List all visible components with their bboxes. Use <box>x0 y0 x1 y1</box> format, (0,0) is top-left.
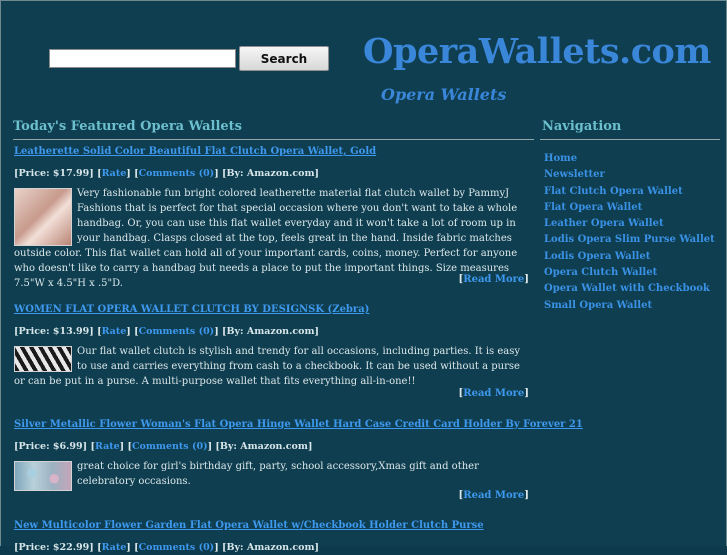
product-source: [By: Amazon.com] <box>222 326 320 337</box>
comments-link[interactable]: Comments (0) <box>132 441 208 452</box>
product-source: [By: Amazon.com] <box>222 542 320 553</box>
product-price: [Price: $6.99] <box>14 441 88 452</box>
read-more-link[interactable]: Read More <box>463 388 524 399</box>
product-item: Silver Metallic Flower Woman's Flat Oper… <box>14 419 583 491</box>
product-description: Very fashionable fun bright colored leat… <box>14 188 518 289</box>
rate-link[interactable]: Rate <box>102 168 127 179</box>
product-body: Very fashionable fun bright colored leat… <box>14 186 529 291</box>
nav-item-flat-clutch: Flat Clutch Opera Wallet <box>544 179 715 197</box>
product-item: WOMEN FLAT OPERA WALLET CLUTCH BY DESIGN… <box>14 304 529 389</box>
product-item: New Multicolor Flower Garden Flat Opera … <box>14 520 529 555</box>
product-title-link[interactable]: Silver Metallic Flower Woman's Flat Oper… <box>14 419 583 435</box>
product-title-link[interactable]: Leatherette Solid Color Beautiful Flat C… <box>14 146 529 162</box>
read-more-link[interactable]: Read More <box>463 490 524 501</box>
nav-item-flat-opera: Flat Opera Wallet <box>544 195 715 213</box>
flower-wallet-image[interactable] <box>14 461 72 491</box>
nav-item-lodis: Lodis Opera Wallet <box>544 244 715 262</box>
nav-item-small: Small Opera Wallet <box>544 293 715 311</box>
product-body: Our flat wallet clutch is stylish and tr… <box>14 344 529 389</box>
featured-divider <box>13 139 534 140</box>
nav-item-newsletter: Newsletter <box>544 162 715 180</box>
search-input[interactable] <box>49 49 236 68</box>
product-meta: [Price: $13.99] [Rate] [Comments (0)] [B… <box>14 326 320 337</box>
product-body: great choice for girl's birthday gift, p… <box>14 459 529 491</box>
product-price: [Price: $22.99] <box>14 542 94 553</box>
product-meta: [Price: $22.99] [Rate] [Comments (0)] [B… <box>14 542 320 553</box>
nav-item-clutch: Opera Clutch Wallet <box>544 260 715 278</box>
nav-item-checkbook: Opera Wallet with Checkbook <box>544 276 715 294</box>
zebra-wallet-image[interactable] <box>14 346 72 372</box>
site-tagline: Opera Wallets <box>381 85 507 104</box>
product-description: great choice for girl's birthday gift, p… <box>77 461 479 487</box>
rate-link[interactable]: Rate <box>102 326 127 337</box>
site-title[interactable]: OperaWallets.com <box>363 31 711 72</box>
comments-link[interactable]: Comments (0) <box>139 326 215 337</box>
product-title-link[interactable]: New Multicolor Flower Garden Flat Opera … <box>14 520 529 536</box>
navigation-divider <box>540 139 720 140</box>
comments-link[interactable]: Comments (0) <box>139 542 215 553</box>
product-meta: [Price: $17.99] [Rate] [Comments (0)] [B… <box>14 168 320 179</box>
navigation-list: Home Newsletter Flat Clutch Opera Wallet… <box>544 146 715 311</box>
product-title-link[interactable]: WOMEN FLAT OPERA WALLET CLUTCH BY DESIGN… <box>14 304 529 320</box>
comments-link[interactable]: Comments (0) <box>139 168 215 179</box>
rate-link[interactable]: Rate <box>95 441 120 452</box>
read-more-link[interactable]: Read More <box>463 274 524 285</box>
product-item: Leatherette Solid Color Beautiful Flat C… <box>14 146 529 291</box>
nav-item-home: Home <box>544 146 715 164</box>
navigation-heading: Navigation <box>542 119 622 134</box>
search-button[interactable]: Search <box>239 46 329 71</box>
product-price: [Price: $13.99] <box>14 326 94 337</box>
nav-link-small[interactable]: Small Opera Wallet <box>544 300 652 311</box>
nav-item-leather: Leather Opera Wallet <box>544 211 715 229</box>
product-price: [Price: $17.99] <box>14 168 94 179</box>
product-source: [By: Amazon.com] <box>222 168 320 179</box>
nav-item-lodis-slim: Lodis Opera Slim Purse Wallet <box>544 227 715 245</box>
product-meta: [Price: $6.99] [Rate] [Comments (0)] [By… <box>14 441 313 452</box>
product-source: [By: Amazon.com] <box>215 441 313 452</box>
rate-link[interactable]: Rate <box>102 542 127 553</box>
product-description: Our flat wallet clutch is stylish and tr… <box>14 346 521 387</box>
page-frame: Search OperaWallets.com Opera Wallets To… <box>0 0 727 553</box>
pink-clutch-wallet-image[interactable] <box>14 188 72 246</box>
featured-heading: Today's Featured Opera Wallets <box>13 119 242 134</box>
